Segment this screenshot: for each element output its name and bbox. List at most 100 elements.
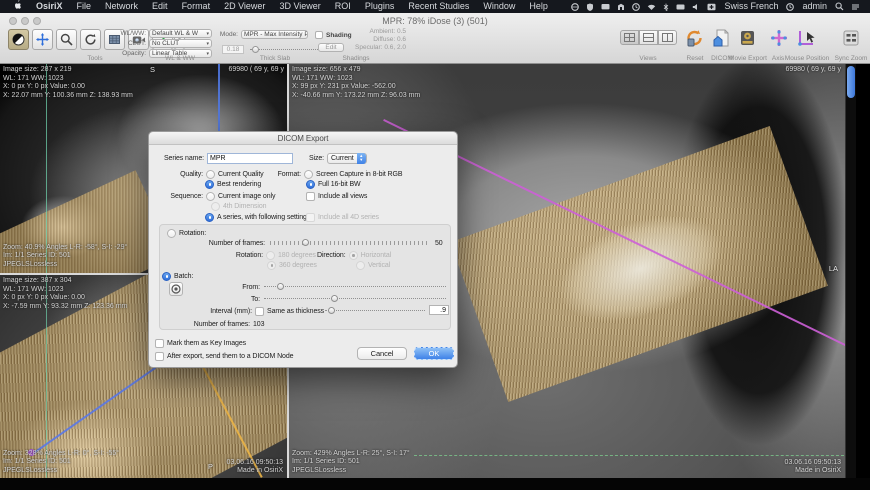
menu-edit[interactable]: Edit — [145, 0, 175, 13]
time-machine-status-icon[interactable] — [632, 3, 640, 11]
reset-button[interactable] — [684, 27, 706, 49]
send-dicom-node-checkbox[interactable] — [155, 352, 164, 361]
stepper-icon: ▲▼ — [357, 153, 366, 164]
shading-diffuse-value: Diffuse: 0.6 — [330, 36, 406, 44]
dicom-export-button[interactable] — [710, 27, 732, 49]
patient-info-text: 69980 ( 69 y, 69 y — [228, 66, 284, 75]
quality-best-rendering-radio[interactable] — [205, 180, 214, 189]
compression-text: JPEGLSLossless — [292, 467, 410, 476]
keyboard-status-icon[interactable] — [676, 3, 685, 11]
rotation-mode-radio[interactable] — [167, 229, 176, 238]
menu-file[interactable]: File — [70, 0, 99, 13]
shield-status-icon[interactable] — [586, 3, 594, 11]
menu-roi[interactable]: ROI — [328, 0, 358, 13]
wifi-status-icon[interactable] — [647, 3, 656, 11]
notification-center-icon[interactable] — [851, 3, 860, 11]
rotation-180-label: 180 degrees — [278, 252, 316, 259]
ok-button[interactable]: OK — [414, 347, 454, 360]
interval-slider[interactable] — [325, 306, 425, 315]
pixel-value-text: X: 0 px Y: 0 px Value: 0.00 — [3, 294, 127, 303]
axis-button-label: Axis — [772, 55, 784, 62]
cancel-button[interactable]: Cancel — [357, 347, 407, 360]
bluetooth-status-icon[interactable] — [663, 3, 669, 11]
menu-2d-viewer[interactable]: 2D Viewer — [217, 0, 272, 13]
spotlight-search-icon[interactable] — [835, 2, 844, 11]
quality-label: Quality: — [151, 171, 203, 178]
rotation-mode-label: Rotation: — [179, 230, 206, 237]
input-language-label[interactable]: Swiss French — [723, 0, 779, 13]
slab-thickness-field[interactable] — [222, 45, 244, 54]
batch-to-slider[interactable] — [264, 294, 446, 303]
sequence-series-radio[interactable] — [205, 213, 214, 222]
slab-mode-select[interactable]: MPR - Max Intensity Pro▾ — [241, 30, 308, 39]
number-of-frames-slider[interactable] — [270, 238, 430, 247]
same-as-thickness-checkbox[interactable] — [255, 307, 264, 316]
menu-help[interactable]: Help — [522, 0, 555, 13]
rotation-360-label: 360 degrees — [279, 262, 317, 269]
mouse-position-button[interactable] — [796, 27, 818, 49]
menu-network[interactable]: Network — [98, 0, 145, 13]
rotate-tool-button[interactable] — [80, 29, 101, 50]
slice-scrollbar-thumb[interactable] — [847, 66, 855, 98]
slice-scrollbar[interactable] — [845, 64, 856, 478]
sequence-current-image-radio[interactable] — [206, 192, 215, 201]
key-images-checkbox[interactable] — [155, 339, 164, 348]
include-all-views-checkbox[interactable] — [306, 192, 315, 201]
series-name-input[interactable] — [207, 153, 293, 164]
views-layout-1-button[interactable] — [620, 30, 639, 45]
clock-status-icon[interactable] — [786, 3, 794, 11]
shading-ambient-value: Ambient: 0.5 — [330, 28, 406, 36]
batch-mode-label: Batch: — [174, 273, 193, 280]
user-menu-label[interactable]: admin — [801, 0, 828, 13]
clut-label: CLUT: — [100, 40, 146, 47]
dialog-title[interactable]: DICOM Export — [149, 132, 457, 145]
batch-mode-radio[interactable] — [162, 272, 171, 281]
wlww-tool-button[interactable] — [8, 29, 29, 50]
sequence-4th-dimension-radio[interactable] — [211, 202, 220, 211]
axis-button[interactable] — [768, 27, 790, 49]
globe-status-icon[interactable] — [571, 3, 579, 11]
interval-value-field[interactable] — [429, 305, 449, 315]
menu-window[interactable]: Window — [476, 0, 522, 13]
finder-status-icon[interactable] — [617, 3, 625, 11]
apple-menu-icon[interactable] — [6, 0, 29, 14]
batch-from-slider[interactable] — [264, 282, 446, 291]
input-language-flag-icon[interactable] — [707, 3, 716, 11]
menu-plugins[interactable]: Plugins — [358, 0, 402, 13]
format-screen-capture-radio[interactable] — [304, 170, 313, 179]
shading-checkbox[interactable] — [315, 31, 323, 39]
views-layout-3-button[interactable] — [658, 30, 677, 45]
zoom-tool-button[interactable] — [56, 29, 77, 50]
views-layout-2-button[interactable] — [639, 30, 658, 45]
thick-slab-section-label: Thick Slab — [260, 55, 290, 62]
chevron-down-icon: ▾ — [206, 41, 209, 47]
menu-format[interactable]: Format — [175, 0, 218, 13]
pan-tool-button[interactable] — [32, 29, 53, 50]
clut-select[interactable]: No CLUT▾ — [149, 39, 212, 48]
movie-export-button[interactable] — [737, 27, 759, 49]
wl-select[interactable]: Default WL & W▾ — [149, 29, 212, 38]
series-id-text: Im: 1/1 Series ID: 501 — [292, 458, 410, 467]
key-images-label: Mark them as Key Images — [167, 340, 246, 347]
same-as-thickness-label: Same as thickness — [267, 308, 324, 315]
menu-3d-viewer[interactable]: 3D Viewer — [272, 0, 327, 13]
direction-horizontal-radio[interactable] — [349, 251, 358, 260]
sync-zoom-button[interactable] — [840, 27, 862, 49]
quality-current-radio[interactable] — [206, 170, 215, 179]
crosshair-green-dashed-line[interactable] — [414, 455, 844, 456]
sequence-4th-dimension-label: 4th Dimension — [223, 203, 266, 210]
wl-label: WL/WW: — [100, 30, 146, 37]
menu-osirix[interactable]: OsiriX — [29, 0, 70, 13]
movie-export-button-label: Movie Export — [729, 55, 767, 62]
direction-vertical-radio[interactable] — [356, 261, 365, 270]
bottom-letterbox — [0, 478, 870, 490]
volume-status-icon[interactable] — [692, 3, 700, 11]
menu-recent-studies[interactable]: Recent Studies — [401, 0, 476, 13]
size-select[interactable]: Current▲▼ — [327, 153, 367, 164]
rotation-360-radio[interactable] — [267, 261, 276, 270]
display-status-icon[interactable] — [601, 3, 610, 11]
rotation-180-radio[interactable] — [266, 251, 275, 260]
osirix-window: OsiriX File Network Edit Format 2D Viewe… — [0, 0, 870, 490]
include-all-4d-checkbox[interactable] — [306, 213, 315, 222]
format-full-16bit-radio[interactable] — [306, 180, 315, 189]
